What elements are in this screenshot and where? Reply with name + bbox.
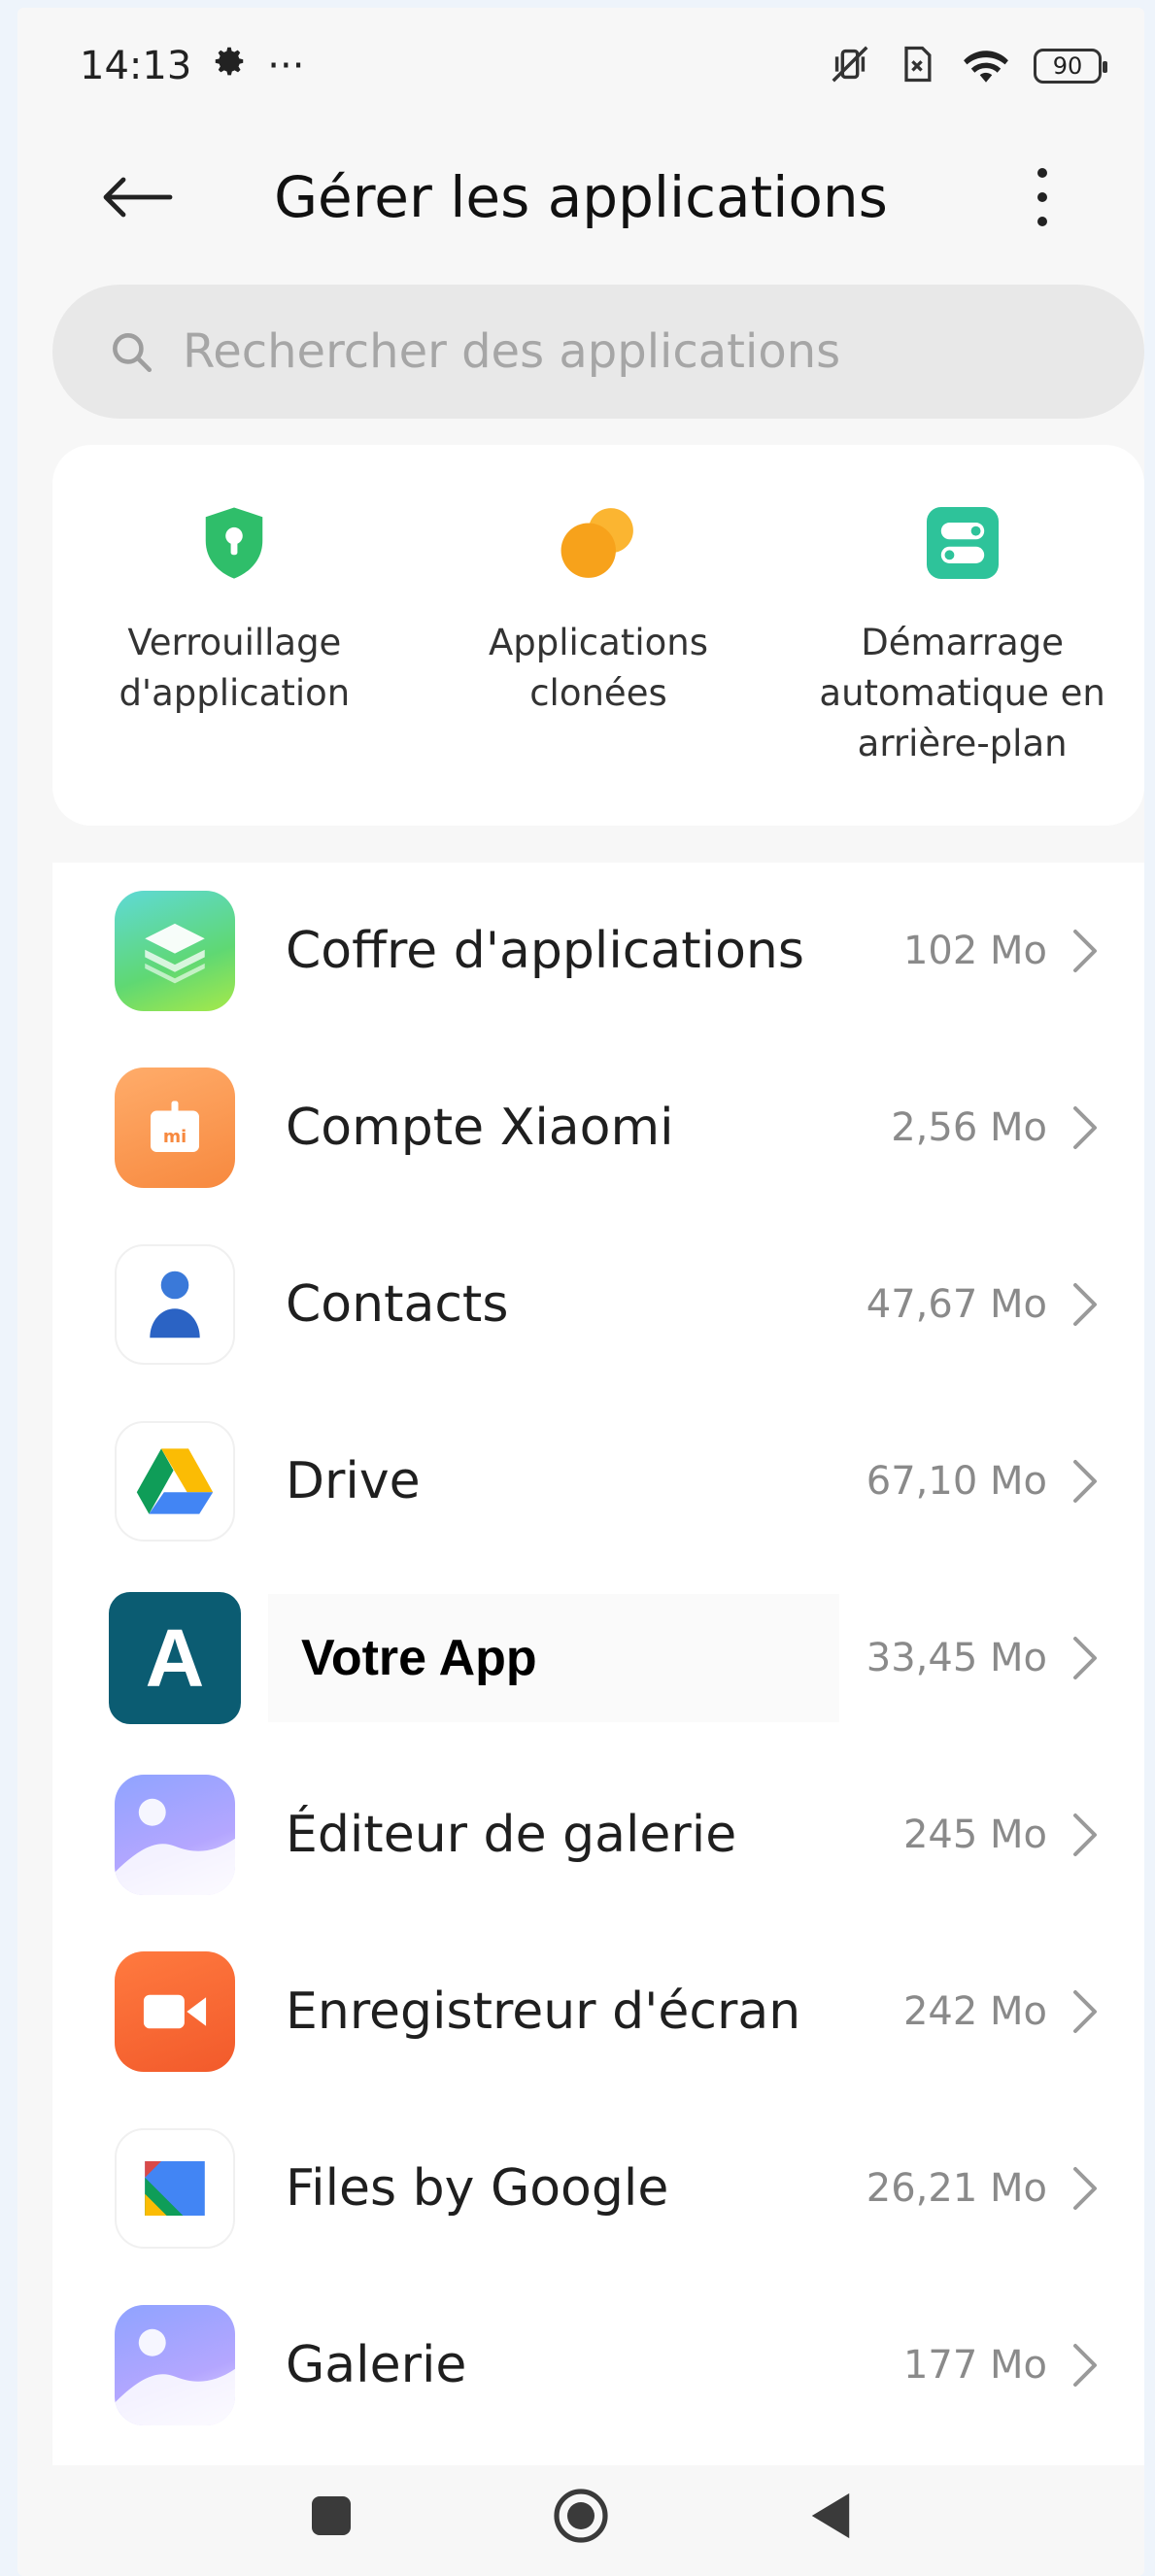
toggle-icon [923,503,1002,583]
status-right: 90 [828,42,1107,90]
settings-gear-icon [211,43,248,89]
clone-circles-icon [559,503,638,583]
chevron-right-icon [1073,1637,1097,1679]
feature-app-lock[interactable]: Verrouillage d'application [69,503,399,826]
status-more: ··· [267,44,305,88]
app-row-votre-app[interactable]: A Votre App 33,45 Mo [52,1570,1144,1746]
app-name: Drive [286,1452,421,1510]
xiaomi-account-icon: mi [115,1068,235,1188]
home-button[interactable] [552,2487,610,2549]
vibrate-off-icon [828,42,872,90]
votre-app-letter: A [145,1611,205,1704]
triangle-back-icon [811,2492,850,2539]
gallery-editor-icon [115,1775,235,1895]
navigation-bar [17,2459,1144,2576]
app-management-screen: 14:13 ··· 90 Gérer les applications Rech… [17,8,1144,2576]
chevron-right-icon [1073,2344,1097,2387]
search-input[interactable] [183,324,1057,379]
back-arrow-icon [103,177,173,218]
chevron-right-icon [1073,930,1097,972]
contacts-icon [115,1244,235,1365]
status-time: 14:13 [80,44,192,88]
app-size: 67,10 Mo [866,1459,1047,1504]
app-size: 245 Mo [902,1813,1047,1857]
chevron-right-icon [1073,1990,1097,2033]
sim-off-icon [896,43,938,89]
app-row-gallery[interactable]: Galerie 177 Mo [52,2277,1144,2454]
wifi-icon [962,42,1010,90]
app-size: 2,56 Mo [891,1105,1047,1150]
votre-app-icon: A [109,1592,241,1724]
app-name: Enregistreur d'écran [286,1983,801,2041]
app-size: 47,67 Mo [866,1282,1047,1327]
app-row-app-vault[interactable]: Coffre d'applications 102 Mo [52,863,1144,1039]
files-icon [115,2128,235,2249]
shield-lock-icon [194,503,274,583]
feature-label: Verrouillage d'application [119,622,351,714]
app-size: 102 Mo [902,929,1047,973]
battery-icon: 90 [1034,49,1107,84]
status-bar: 14:13 ··· 90 [17,8,1144,124]
more-vertical-icon [1037,168,1047,226]
feature-background-autostart[interactable]: Démarrage automatique en arrière-plan [798,503,1128,826]
header: Gérer les applications [17,144,1144,251]
drive-icon [115,1421,235,1542]
app-size: 242 Mo [902,1989,1047,2034]
app-row-contacts[interactable]: Contacts 47,67 Mo [52,1216,1144,1393]
gallery-icon [115,2305,235,2425]
square-icon [312,2496,351,2535]
app-name: Galerie [286,2336,467,2394]
search-icon [113,333,153,373]
feature-label: Démarrage automatique en arrière-plan [819,622,1105,764]
app-name: Coffre d'applications [286,922,804,980]
app-name: Compte Xiaomi [286,1099,674,1157]
home-circle-icon [554,2489,608,2543]
chevron-right-icon [1073,1283,1097,1326]
app-row-screen-recorder[interactable]: Enregistreur d'écran 242 Mo [52,1923,1144,2100]
app-name: Votre App [268,1594,839,1722]
app-list: Coffre d'applications 102 Mo mi Compte X… [52,863,1144,2465]
more-options-button[interactable] [999,153,1086,241]
app-name: Éditeur de galerie [286,1806,737,1864]
app-size: 26,21 Mo [866,2166,1047,2211]
svg-text:mi: mi [163,1128,187,1147]
chevron-right-icon [1073,1813,1097,1856]
recent-apps-button[interactable] [310,2494,353,2541]
page-title: Gérer les applications [274,164,888,230]
screen-recorder-icon [115,1951,235,2072]
feature-label: Applications clonées [488,622,708,714]
app-vault-icon [115,891,235,1011]
app-size: 177 Mo [902,2343,1047,2388]
app-row-drive[interactable]: Drive 67,10 Mo [52,1393,1144,1570]
app-row-gallery-editor[interactable]: Éditeur de galerie 245 Mo [52,1746,1144,1923]
quick-features-card: Verrouillage d'application Applications … [52,445,1144,826]
feature-cloned-apps[interactable]: Applications clonées [433,503,764,826]
back-button[interactable] [93,153,181,241]
chevron-right-icon [1073,2167,1097,2210]
app-row-xiaomi-account[interactable]: mi Compte Xiaomi 2,56 Mo [52,1039,1144,1216]
back-nav-button[interactable] [809,2491,852,2544]
status-left: 14:13 ··· [80,43,304,89]
app-name: Contacts [286,1275,509,1334]
chevron-right-icon [1073,1106,1097,1149]
app-row-files-by-google[interactable]: Files by Google 26,21 Mo [52,2100,1144,2277]
chevron-right-icon [1073,1460,1097,1503]
app-name: Files by Google [286,2159,669,2218]
search-bar[interactable] [52,285,1144,419]
app-size: 33,45 Mo [866,1636,1047,1680]
